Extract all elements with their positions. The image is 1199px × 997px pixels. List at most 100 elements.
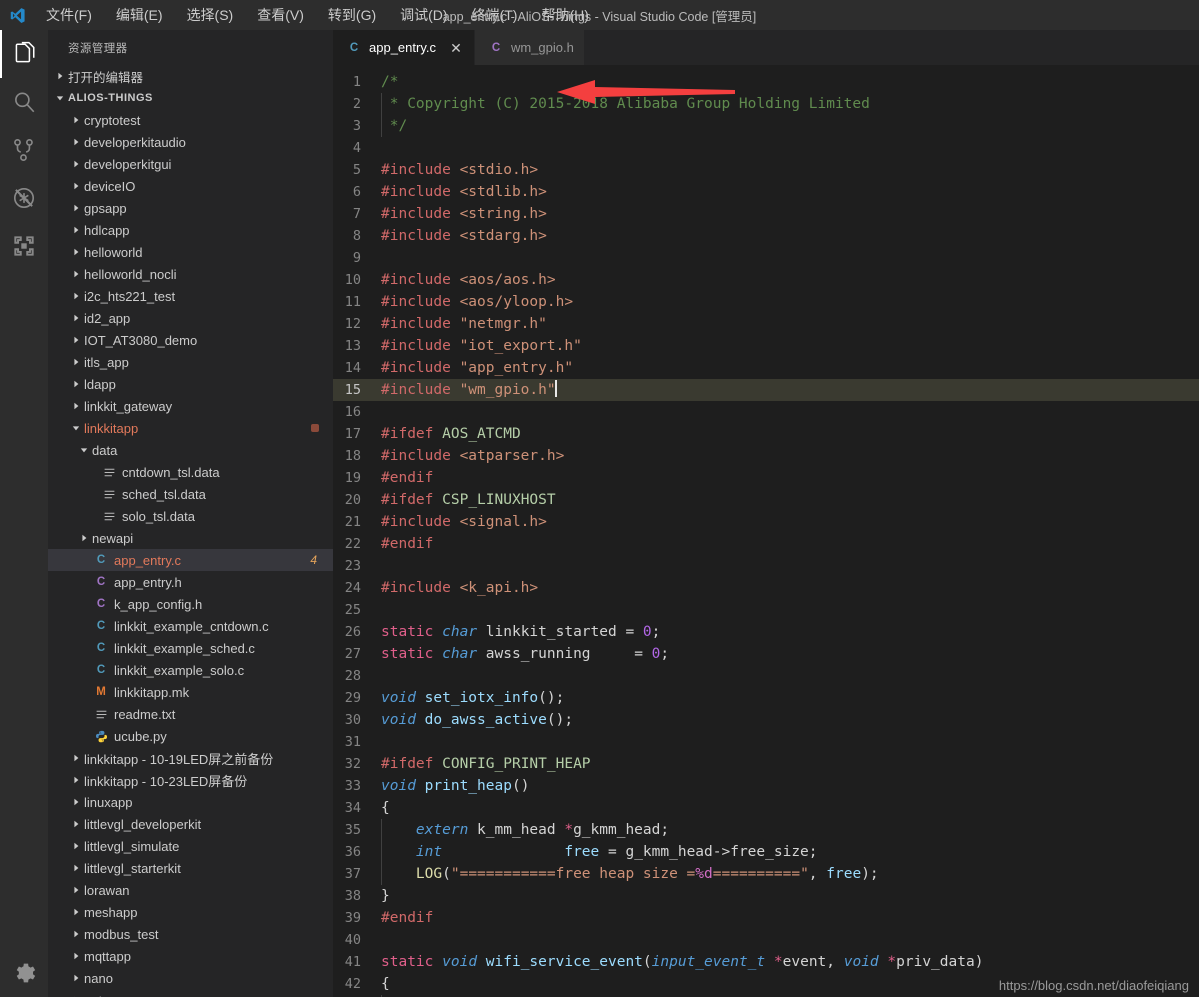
chevron-right-icon[interactable] (68, 769, 84, 791)
files-explorer-icon[interactable] (0, 30, 48, 78)
code-text[interactable]: extern k_mm_head *g_kmm_head; (381, 819, 669, 841)
file-tree[interactable]: 打开的编辑器 ALIOS-THINGS cryptotest developerkit… (48, 65, 333, 997)
chevron-right-icon[interactable] (68, 945, 84, 967)
chevron-right-icon[interactable] (68, 219, 84, 241)
tab-wm-gpio-h[interactable]: C wm_gpio.h (474, 30, 585, 65)
code-text[interactable]: #include <aos/aos.h> (381, 269, 556, 291)
code-text[interactable]: static void wifi_service_event(input_eve… (381, 951, 983, 973)
chevron-right-icon[interactable] (68, 747, 84, 769)
search-icon[interactable] (0, 78, 48, 126)
tree-folder[interactable]: developerkitgui (48, 153, 333, 175)
tree-file[interactable]: Clinkkit_example_cntdown.c (48, 615, 333, 637)
code-text[interactable]: #include <stdarg.h> (381, 225, 547, 247)
tree-folder[interactable]: cryptotest (48, 109, 333, 131)
tree-file[interactable]: Capp_entry.c 4 (48, 549, 333, 571)
chevron-right-icon[interactable] (68, 131, 84, 153)
tree-folder[interactable]: linkkitapp - 10-19LED屏之前备份 (48, 747, 333, 769)
code-line[interactable]: 9 (333, 247, 1199, 269)
menu-view[interactable]: 查看(V) (245, 0, 316, 30)
chevron-right-icon[interactable] (52, 65, 68, 87)
code-line[interactable]: 27 static char awss_running = 0; (333, 643, 1199, 665)
tree-folder[interactable]: ldapp (48, 373, 333, 395)
chevron-right-icon[interactable] (68, 395, 84, 417)
tree-folder[interactable]: littlevgl_developerkit (48, 813, 333, 835)
chevron-right-icon[interactable] (68, 285, 84, 307)
tree-file[interactable]: solo_tsl.data (48, 505, 333, 527)
code-line[interactable]: 36 int free = g_kmm_head->free_size; (333, 841, 1199, 863)
code-text[interactable]: #include <aos/yloop.h> (381, 291, 573, 313)
chevron-right-icon[interactable] (68, 967, 84, 989)
chevron-right-icon[interactable] (68, 351, 84, 373)
code-text[interactable]: static char linkkit_started = 0; (381, 621, 660, 643)
chevron-right-icon[interactable] (68, 989, 84, 997)
close-icon[interactable]: ✕ (448, 40, 464, 56)
code-line[interactable]: 38} (333, 885, 1199, 907)
chevron-down-icon[interactable] (52, 87, 68, 109)
code-text[interactable]: #include <atparser.h> (381, 445, 564, 467)
code-text[interactable]: void do_awss_active(); (381, 709, 573, 731)
tab-app-entry-c[interactable]: C app_entry.c ✕ (333, 30, 475, 65)
code-line[interactable]: 34 { (333, 797, 1199, 819)
chevron-right-icon[interactable] (68, 813, 84, 835)
code-text[interactable]: * Copyright (C) 2015-2018 Alibaba Group … (381, 93, 870, 115)
code-text[interactable]: #ifdef CONFIG_PRINT_HEAP (381, 753, 591, 775)
menu-bar[interactable]: 文件(F) 编辑(E) 选择(S) 查看(V) 转到(G) 调试(D) 终端(T… (34, 0, 601, 30)
tree-file[interactable]: ucube.py (48, 725, 333, 747)
code-line[interactable]: 2 * Copyright (C) 2015-2018 Alibaba Grou… (333, 93, 1199, 115)
tree-folder[interactable]: helloworld_nocli (48, 263, 333, 285)
chevron-right-icon[interactable] (68, 175, 84, 197)
code-text[interactable]: #include <stdlib.h> (381, 181, 547, 203)
code-text[interactable]: #include <stdio.h> (381, 159, 538, 181)
code-line[interactable]: 22 #endif (333, 533, 1199, 555)
code-line[interactable]: 37 LOG("===========free heap size =%d===… (333, 863, 1199, 885)
code-line[interactable]: 7 #include <string.h> (333, 203, 1199, 225)
chevron-right-icon[interactable] (68, 835, 84, 857)
code-line[interactable]: 12 #include "netmgr.h" (333, 313, 1199, 335)
tree-file[interactable]: Capp_entry.h (48, 571, 333, 593)
code-line[interactable]: 23 (333, 555, 1199, 577)
tree-folder[interactable]: linuxapp (48, 791, 333, 813)
tree-folder[interactable]: linkkit_gateway (48, 395, 333, 417)
code-line[interactable]: 29 void set_iotx_info(); (333, 687, 1199, 709)
code-line[interactable]: 25 (333, 599, 1199, 621)
code-line[interactable]: 14 #include "app_entry.h" (333, 357, 1199, 379)
tree-folder[interactable]: linkkitapp - 10-23LED屏备份 (48, 769, 333, 791)
menu-edit[interactable]: 编辑(E) (104, 0, 175, 30)
menu-help[interactable]: 帮助(H) (529, 0, 600, 30)
tree-folder[interactable]: helloworld (48, 241, 333, 263)
code-line[interactable]: 5 #include <stdio.h> (333, 159, 1199, 181)
code-line[interactable]: 33 void print_heap() (333, 775, 1199, 797)
menu-debug[interactable]: 调试(D) (388, 0, 459, 30)
tree-folder[interactable]: nano (48, 967, 333, 989)
code-line[interactable]: 13 #include "iot_export.h" (333, 335, 1199, 357)
chevron-right-icon[interactable] (68, 307, 84, 329)
code-text[interactable]: #ifdef CSP_LINUXHOST (381, 489, 556, 511)
code-text[interactable]: #include "iot_export.h" (381, 335, 582, 357)
chevron-right-icon[interactable] (68, 901, 84, 923)
tree-folder[interactable]: hdlcapp (48, 219, 333, 241)
code-line[interactable]: 16 (333, 401, 1199, 423)
tree-folder[interactable]: modbus_test (48, 923, 333, 945)
code-text[interactable]: #include <signal.h> (381, 511, 547, 533)
code-line[interactable]: 21 #include <signal.h> (333, 511, 1199, 533)
code-text[interactable]: int free = g_kmm_head->free_size; (381, 841, 818, 863)
menu-selection[interactable]: 选择(S) (175, 0, 246, 30)
chevron-right-icon[interactable] (68, 923, 84, 945)
tree-file[interactable]: Clinkkit_example_sched.c (48, 637, 333, 659)
tree-file[interactable]: Ck_app_config.h (48, 593, 333, 615)
code-line[interactable]: 19 #endif (333, 467, 1199, 489)
chevron-down-icon[interactable] (76, 439, 92, 461)
code-text[interactable]: void set_iotx_info(); (381, 687, 564, 709)
code-text[interactable]: /* (381, 71, 398, 93)
code-line[interactable]: 35 extern k_mm_head *g_kmm_head; (333, 819, 1199, 841)
code-line[interactable]: 31 (333, 731, 1199, 753)
tree-file[interactable]: readme.txt (48, 703, 333, 725)
code-line[interactable]: 6 #include <stdlib.h> (333, 181, 1199, 203)
tree-file[interactable]: Clinkkit_example_solo.c (48, 659, 333, 681)
code-text[interactable]: #include "app_entry.h" (381, 357, 573, 379)
code-line[interactable]: 32 #ifdef CONFIG_PRINT_HEAP (333, 753, 1199, 775)
tree-file[interactable]: Mlinkkitapp.mk (48, 681, 333, 703)
tree-folder[interactable]: netmgrapp (48, 989, 333, 997)
chevron-right-icon[interactable] (68, 879, 84, 901)
code-line[interactable]: 10 #include <aos/aos.h> (333, 269, 1199, 291)
